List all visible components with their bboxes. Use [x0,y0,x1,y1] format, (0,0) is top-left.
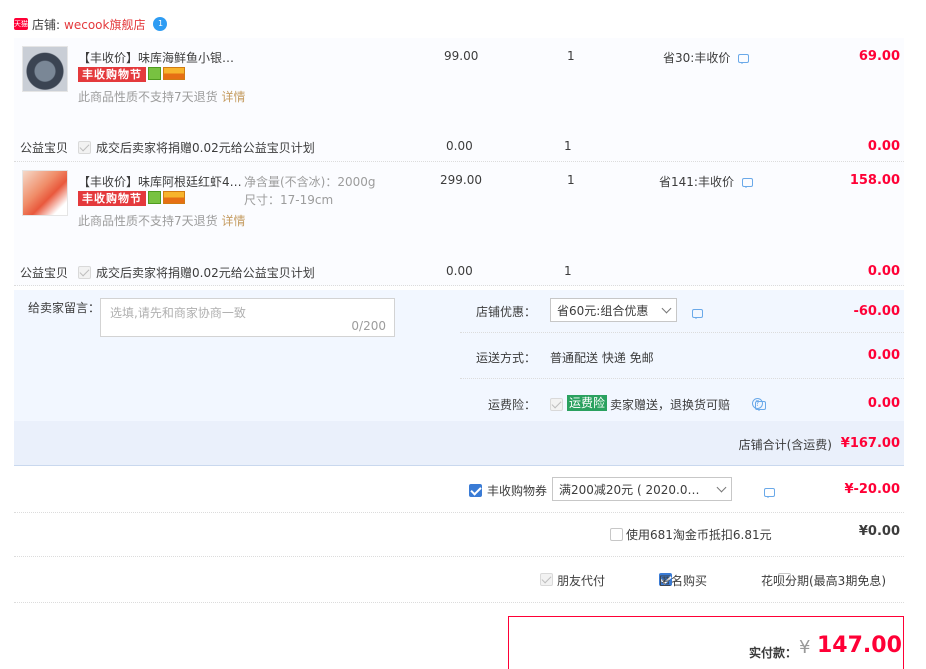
message-input[interactable]: 选填,请先和商家协商一致 0/200 [100,298,395,337]
store-total-label: 店铺合计(含运费) [738,438,832,452]
charity-row-1: 公益宝贝 成交后卖家将捐赠0.02元给公益宝贝计划 0.00 1 0.00 [14,136,904,160]
insurance-badge: 运费险 [567,395,608,411]
charity-label: 公益宝贝 [20,266,69,280]
charity-price: 0.00 [446,264,473,278]
currency-symbol: ¥ [799,637,811,658]
message-counter: 0/200 [351,319,386,333]
coupon-amount: ¥-20.00 [844,482,900,497]
charity-subtotal: 0.00 [867,264,900,279]
payment-box: 实付款： ¥ 147.00 [508,616,904,669]
return-policy: 此商品性质不支持7天退货 详情 [78,212,248,230]
store-header: 天猫 店铺: wecook旗舰店 1 [14,14,168,34]
policy-detail-link[interactable]: 详情 [221,90,245,104]
shipping-row: 运送方式： 普通配送 快递 免邮 0.00 [460,333,904,379]
chevron-down-icon [716,482,727,492]
coupon-value: 满200减20元 ( 2020.0… [559,482,700,497]
product-image[interactable] [22,170,68,216]
item-subtotal: 158.00 [849,173,900,188]
product-title[interactable]: 【丰收价】味库阿根廷红虾4… [78,173,243,190]
store-discount-label: 店铺优惠： [476,305,537,319]
shipping-label: 运送方式： [476,351,537,365]
store-total-amount: ¥167.00 [840,436,900,451]
store-label: 店铺: [32,17,61,32]
discount-info: 省30:丰收价 [663,49,750,66]
taobao-coin-row: 使用681淘金币抵扣6.81元 ¥0.00 [14,512,904,556]
charity-price: 0.00 [446,139,473,153]
charity-label: 公益宝贝 [20,141,69,155]
unit-price: 299.00 [440,173,482,187]
promo-badges: 丰收购物节 [78,67,185,82]
product-title[interactable]: 【丰收价】味库海鲜鱼小银… [78,49,243,66]
unit-price: 99.00 [444,49,479,63]
store-name-link[interactable]: wecook旗舰店 [64,16,145,33]
charity-qty: 1 [564,264,572,278]
divider [14,602,904,603]
quantity: 1 [567,173,575,187]
charity-checkbox[interactable] [78,266,91,279]
spec-size: 尺寸：17-19cm [244,193,334,207]
spec-weight: 净含量(不含冰)：2000g [244,175,376,189]
comment-icon[interactable] [763,488,775,498]
anonymous-label: 匿名购买 [659,574,708,588]
return-policy-text: 此商品性质不支持7天退货 [78,214,218,228]
comment-icon[interactable] [741,178,753,188]
promo-badge: 丰收购物节 [78,67,146,82]
charity-text: 成交后卖家将捐赠0.02元给公益宝贝计划 [96,266,315,280]
payment-amount: 147.00 [817,633,902,658]
coupon-checkbox[interactable] [469,484,482,497]
guarantee-icon [148,67,161,80]
taobao-coin-checkbox[interactable] [610,528,623,541]
store-discount-value: 省60元:组合优惠 [557,303,649,318]
message-placeholder: 选填,请先和商家协商一致 [110,306,246,320]
chat-wangwang-icon[interactable]: 1 [153,17,168,31]
payment-label: 实付款： [749,646,798,660]
store-discount-select[interactable]: 省60元:组合优惠 [550,298,677,322]
product-image[interactable] [22,46,68,92]
insurance-row: 运费险： 运费险 卖家赠送，退换货可赔 ? 0.00 [460,379,904,421]
tmall-icon: 天猫 [14,18,28,30]
product-specs: 净含量(不含冰)：2000g 尺寸：17-19cm [244,173,376,209]
coupon-select[interactable]: 满200减20元 ( 2020.0… [552,477,732,501]
huabei-label: 花呗分期(最高3期免息) [761,574,886,588]
comment-icon[interactable] [692,309,703,319]
charity-row-2: 公益宝贝 成交后卖家将捐赠0.02元给公益宝贝计划 0.00 1 0.00 [14,261,904,285]
store-discount-row: 店铺优惠： 省60元:组合优惠 -60.00 [460,290,904,333]
store-discount-amount: -60.00 [853,304,900,319]
shipping-value: 普通配送 快递 免邮 [550,351,654,365]
friend-pay-label: 朋友代付 [557,574,606,588]
comment-icon[interactable] [738,54,750,64]
insurance-label: 运费险： [488,398,537,412]
item-subtotal: 69.00 [858,49,900,64]
insurance-text: 卖家赠送，退换货可赔 [610,398,731,412]
purchase-options-row: 朋友代付 匿名购买 花呗分期(最高3期免息) [14,556,904,602]
return-policy-text: 此商品性质不支持7天退货 [78,90,218,104]
taobao-coin-amount: ¥0.00 [858,524,900,539]
message-label: 给卖家留言： [28,301,101,315]
discount-text: 省141:丰收价 [659,175,734,189]
credit-card-icon [163,191,185,204]
shipping-amount: 0.00 [867,348,900,363]
coupon-row: 丰收购物券 满200减20元 ( 2020.0… ¥-20.00 [14,466,904,512]
discount-text: 省30:丰收价 [663,51,731,65]
charity-checkbox[interactable] [78,141,91,154]
insurance-amount: 0.00 [867,396,900,411]
charity-text: 成交后卖家将捐赠0.02元给公益宝贝计划 [96,141,315,155]
help-icon[interactable]: ? [752,398,763,409]
charity-qty: 1 [564,139,572,153]
return-policy: 此商品性质不支持7天退货 详情 [78,88,248,106]
discount-info: 省141:丰收价 [659,173,753,190]
credit-card-icon [163,67,185,80]
charity-subtotal: 0.00 [867,139,900,154]
guarantee-icon [148,191,161,204]
friend-pay-checkbox[interactable] [540,573,553,586]
quantity: 1 [567,49,575,63]
coupon-label: 丰收购物券 [487,484,548,498]
taobao-coin-label: 使用681淘金币抵扣6.81元 [626,528,772,542]
store-total-bar: 店铺合计(含运费) ¥167.00 [14,421,904,466]
insurance-checkbox[interactable] [550,398,563,411]
promo-badge: 丰收购物节 [78,191,146,206]
chevron-down-icon [661,303,672,313]
promo-badges: 丰收购物节 [78,191,185,206]
policy-detail-link[interactable]: 详情 [221,214,245,228]
